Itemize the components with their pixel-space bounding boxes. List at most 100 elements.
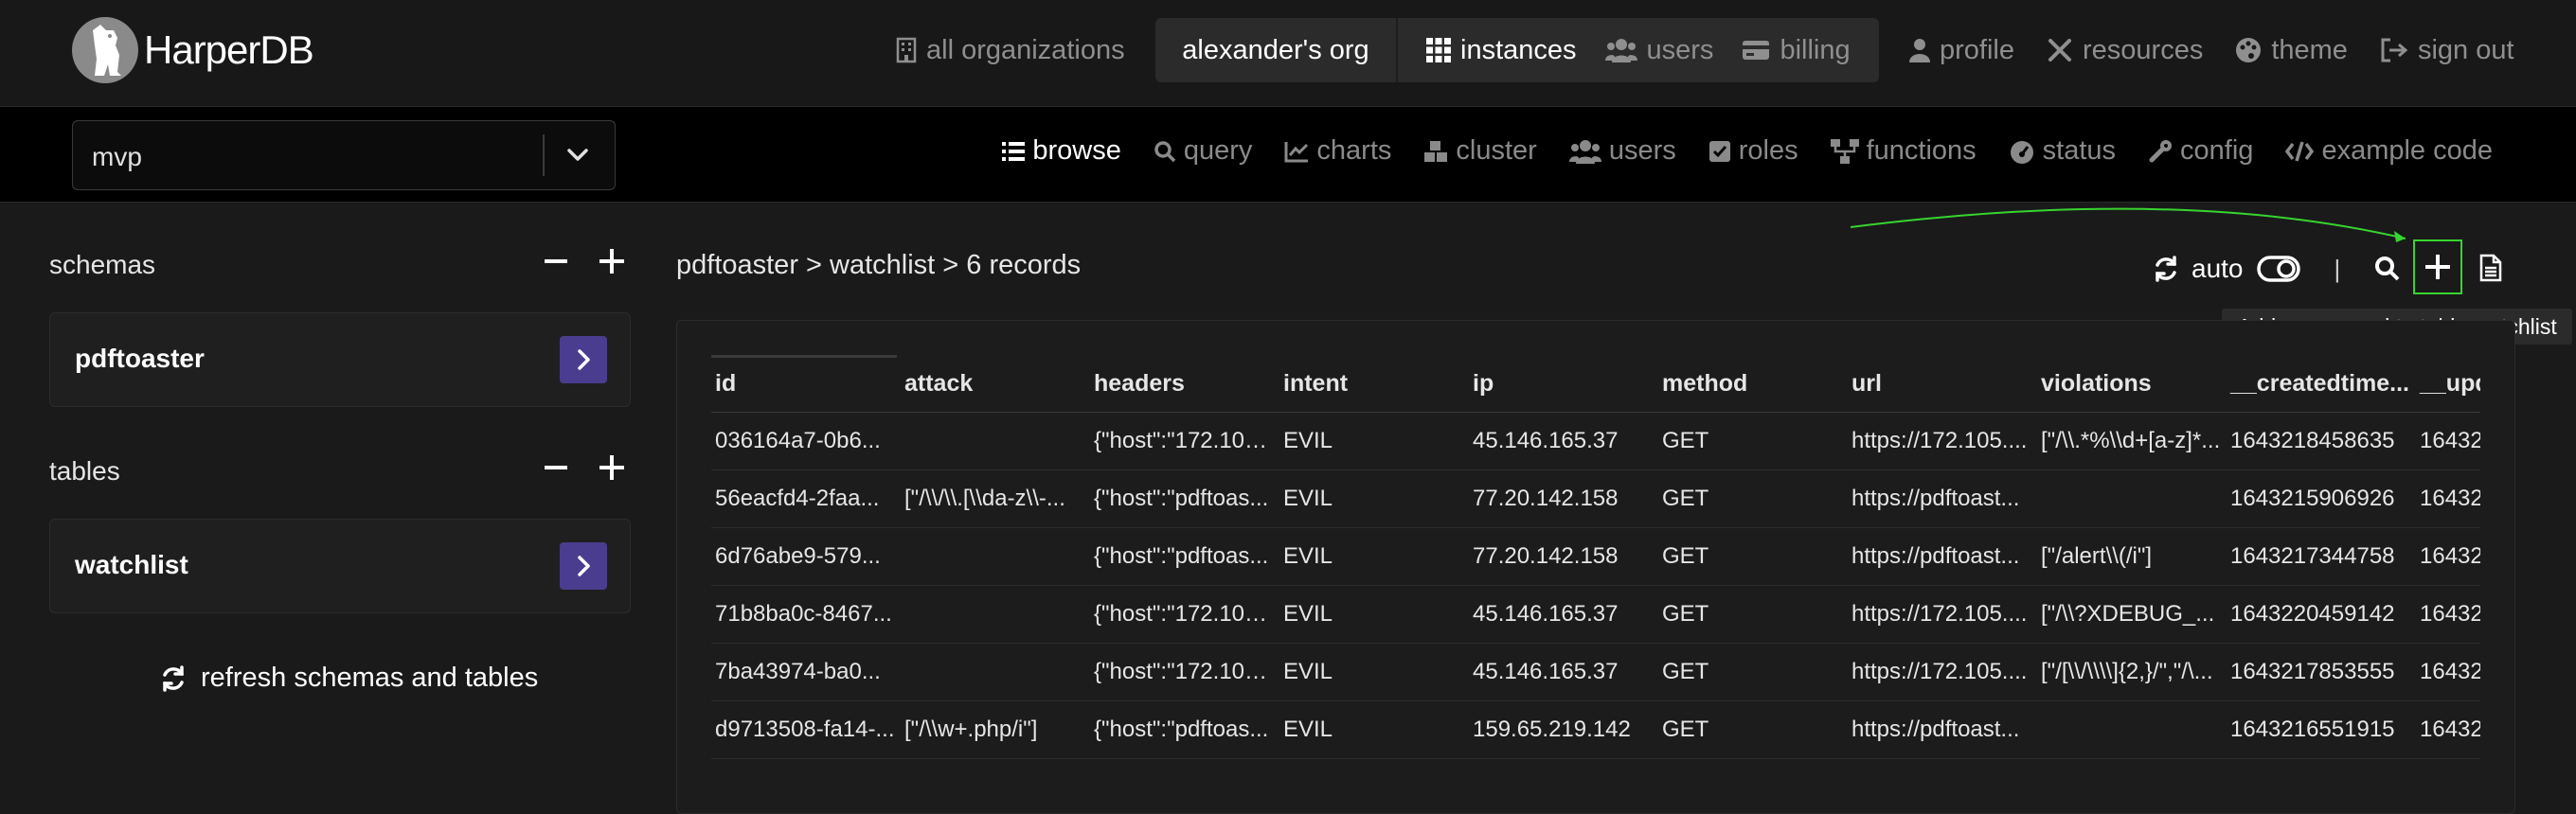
table-cell: EVIL [1283,543,1333,569]
table-cell: GET [1662,486,1709,511]
instances-link[interactable]: instances [1426,35,1577,66]
chevron-right-icon[interactable] [560,336,607,383]
table-cell: EVIL [1283,659,1333,684]
table-row[interactable]: 036164a7-0b6... {"host":"172.105.... EVIL 4… [711,413,2480,470]
tab-cluster[interactable]: cluster [1423,135,1537,167]
column-header[interactable]: method [1658,370,1848,398]
table-cell: https://172.105.... [1852,428,2028,453]
table-cell: 164321 [2420,543,2480,569]
sign-out-link[interactable]: sign out [2380,35,2514,66]
tab-config-label: config [2180,135,2254,166]
table-cell: ["/\\w+.php/i"] [904,717,1038,742]
table-cell: https://172.105.... [1852,659,2028,684]
table-row[interactable]: 6d76abe9-579... {"host":"pdftoas... EVIL 77… [711,528,2480,586]
table-row[interactable]: 7ba43974-ba0... {"host":"172.105.... EVIL 4… [711,644,2480,701]
column-header[interactable]: id [711,370,901,398]
tab-status[interactable]: status [2009,135,2116,167]
table-cell: GET [1662,428,1709,453]
chevron-down-icon[interactable] [565,142,590,171]
tab-charts[interactable]: charts [1284,135,1391,167]
table-cell: 159.65.219.142 [1473,717,1631,742]
column-header[interactable]: url [1848,370,2037,398]
tab-example-code[interactable]: example code [2285,135,2493,167]
resources-link[interactable]: resources [2047,35,2203,66]
sort-indicator [711,355,897,358]
toolbar-separator: | [2334,254,2341,283]
table-cell: 77.20.142.158 [1473,543,1619,569]
table-cell: EVIL [1283,486,1333,511]
grid-icon [1426,38,1451,62]
refresh-schemas-button[interactable]: refresh schemas and tables [159,663,538,694]
theme-link[interactable]: theme [2235,35,2348,66]
search-icon [1154,140,1176,163]
table-cell: {"host":"172.105.... [1094,428,1279,453]
records-table-panel: id attack headers intent ip method url violatio… [676,320,2515,814]
auto-refresh-toggle[interactable] [2256,255,2300,283]
all-organizations-link[interactable]: all organizations [896,35,1125,66]
table-row[interactable]: d9713508-fa14-... ["/\\w+.php/i"] {"host":… [711,701,2480,759]
column-header[interactable]: violations [2037,370,2227,398]
remove-table-button[interactable] [544,449,568,496]
schema-item-pdftoaster[interactable]: pdftoaster [49,312,631,407]
profile-link[interactable]: profile [1909,35,2014,66]
instance-select[interactable]: mvp [72,120,616,190]
tab-charts-label: charts [1316,135,1392,166]
tab-roles[interactable]: roles [1708,135,1798,167]
tables-heading: tables [49,456,120,486]
tab-users[interactable]: users [1568,135,1676,167]
csv-upload-icon[interactable] [2479,254,2502,282]
column-header[interactable]: __createdtime... [2227,370,2416,398]
table-row[interactable]: 56eacfd4-2faa... ["/\\/\\.[\\da-z\\-... {"… [711,470,2480,528]
theme-label: theme [2271,34,2348,65]
table-cell: 164321 [2420,717,2480,742]
tab-query[interactable]: query [1154,135,1252,167]
table-cell: 56eacfd4-2faa... [715,486,880,511]
refresh-icon[interactable] [2152,255,2180,283]
records-table: id attack headers intent ip method url violatio… [711,355,2480,759]
chevron-right-icon[interactable] [560,542,607,590]
top-navbar: HarperDB all organizations alexander's o… [0,0,2576,107]
table-cell: ["/\\?XDEBUG_... [2041,601,2215,627]
table-cell: GET [1662,659,1709,684]
table-item-watchlist[interactable]: watchlist [49,519,631,613]
all-orgs-link-wrap: all organizations [896,18,1157,82]
remove-schema-button[interactable] [544,242,568,290]
table-cell: d9713508-fa14-... [715,717,895,742]
table-cell: 164321 [2420,428,2480,453]
column-header[interactable]: headers [1090,370,1279,398]
column-header[interactable]: ip [1469,370,1658,398]
tab-browse[interactable]: browse [1002,135,1121,167]
table-cell: 036164a7-0b6... [715,428,881,453]
table-cell: 164321 [2420,486,2480,511]
breadcrumb: pdftoaster > watchlist > 6 records [676,250,1082,280]
column-header[interactable]: attack [901,370,1090,398]
tab-functions[interactable]: functions [1830,135,1977,167]
harperdb-logo[interactable]: HarperDB [72,17,314,83]
column-header[interactable]: __upd [2416,370,2480,398]
table-row[interactable]: 71b8ba0c-8467... {"host":"172.105.... EVIL… [711,586,2480,644]
add-table-button[interactable] [599,449,625,496]
table-cell: 164322 [2420,601,2480,627]
schemas-heading: schemas [49,250,156,279]
table-cell: 1643215906926 [2230,486,2395,511]
tab-config[interactable]: config [2148,135,2253,167]
table-cell: {"host":"pdftoas... [1094,717,1269,742]
add-schema-button[interactable] [599,242,625,290]
billing-link[interactable]: billing [1742,35,1851,66]
users-link[interactable]: users [1604,35,1713,66]
current-org[interactable]: alexander's org [1155,18,1398,82]
sign-out-icon [2380,38,2408,62]
search-icon[interactable] [2374,256,2401,282]
refresh-schemas-label: refresh schemas and tables [201,663,539,693]
add-record-button[interactable] [2413,239,2462,294]
table-cell: EVIL [1283,428,1333,453]
table-cell: https://pdftoast... [1852,486,2020,511]
table-cell: GET [1662,601,1709,627]
tab-roles-label: roles [1738,135,1798,166]
column-header[interactable]: intent [1279,370,1469,398]
table-cell: https://172.105.... [1852,601,2028,627]
schema-item-label: pdftoaster [75,344,205,373]
table-cell: 1643218458635 [2230,428,2395,453]
auto-refresh-label: auto [2191,254,2244,283]
sign-out-label: sign out [2417,34,2514,65]
